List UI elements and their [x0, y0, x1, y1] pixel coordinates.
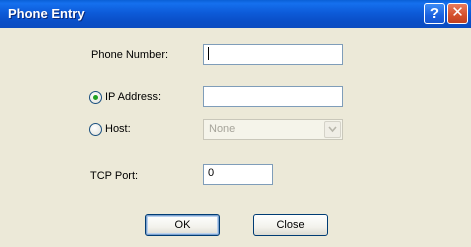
ip-address-label: IP Address:: [105, 91, 162, 103]
phone-number-input[interactable]: [203, 44, 343, 65]
tcp-port-label: TCP Port:: [90, 170, 139, 182]
close-icon: ✕: [451, 4, 464, 21]
tcp-port-input[interactable]: 0: [203, 164, 273, 185]
ip-address-input[interactable]: [203, 86, 343, 107]
title-bar[interactable]: Phone Entry ? ✕: [0, 0, 471, 28]
ok-button[interactable]: OK: [145, 214, 220, 236]
help-icon: ?: [429, 5, 440, 22]
window-title: Phone Entry: [8, 6, 85, 21]
phone-number-label: Phone Number:: [91, 49, 169, 61]
dialog-body: Phone Number: IP Address: Host: None TCP…: [3, 28, 468, 244]
chevron-down-icon: [328, 126, 337, 133]
tcp-port-value: 0: [208, 167, 215, 179]
radio-selected-dot: [93, 95, 98, 100]
close-button[interactable]: Close: [253, 214, 328, 236]
help-button[interactable]: ?: [424, 3, 445, 24]
host-select[interactable]: None: [203, 119, 343, 140]
host-label: Host:: [105, 123, 131, 135]
host-dropdown-button[interactable]: [324, 121, 341, 138]
close-window-button[interactable]: ✕: [447, 3, 468, 24]
text-caret: [208, 47, 209, 60]
host-radio[interactable]: [89, 123, 102, 136]
host-selected-value: None: [209, 123, 236, 135]
phone-entry-dialog: Phone Entry ? ✕ Phone Number: IP Address…: [0, 0, 471, 247]
ip-address-radio[interactable]: [89, 91, 102, 104]
